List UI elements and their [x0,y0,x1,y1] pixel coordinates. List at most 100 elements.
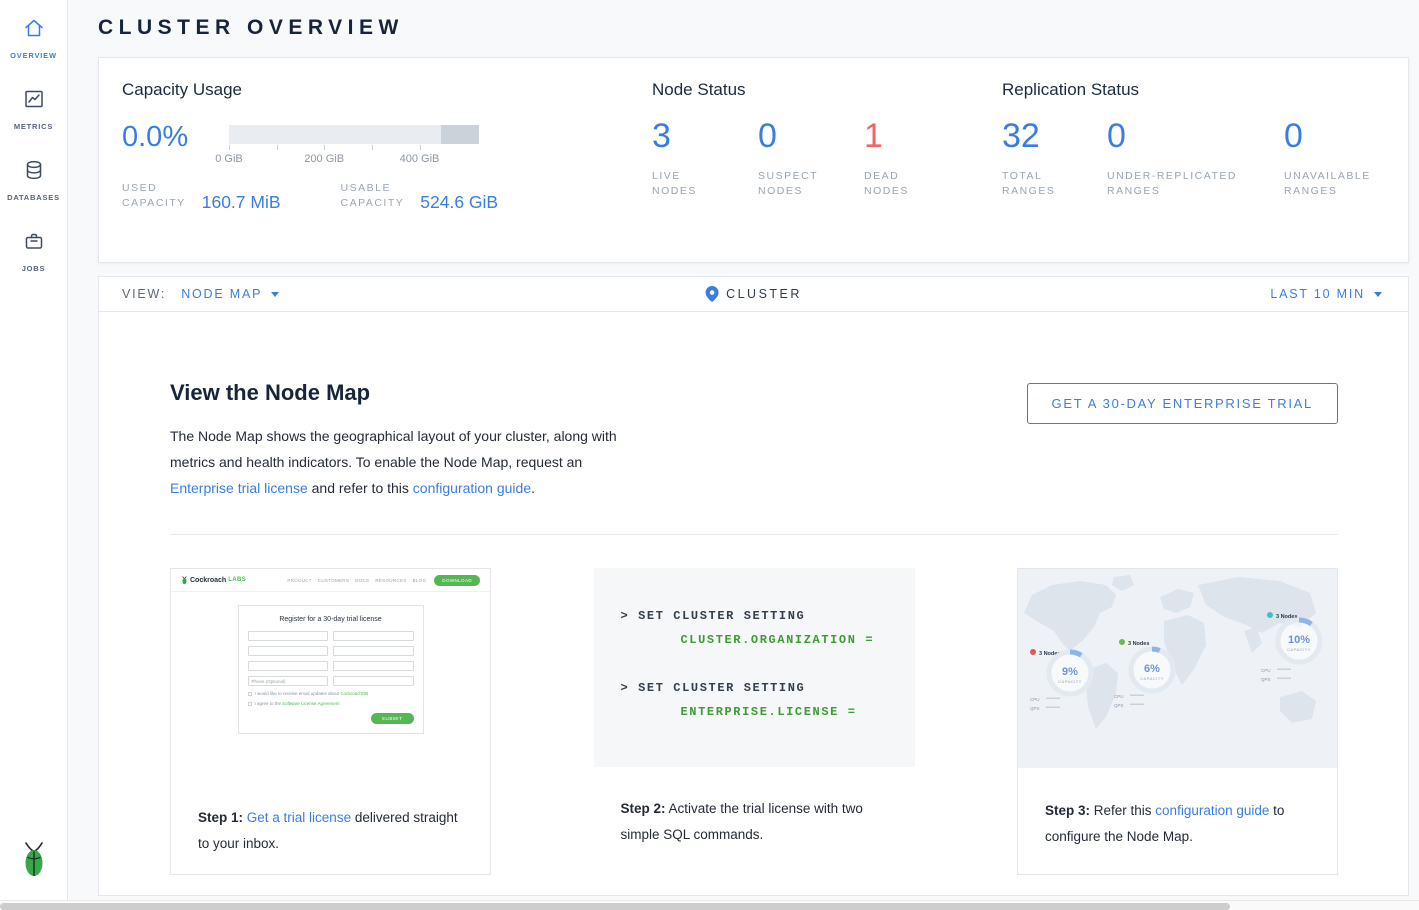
section-divider [170,534,1338,535]
sidebar-item-overview[interactable]: OVERVIEW [0,16,67,60]
enterprise-trial-license-link[interactable]: Enterprise trial license [170,480,308,496]
code-line-setting: CLUSTER.ORGANIZATION = [681,633,915,647]
configuration-guide-link[interactable]: configuration guide [413,480,531,496]
live-nodes-value: 3 [652,117,758,156]
stat-label: QPS [1114,703,1124,708]
jobs-icon [22,229,46,258]
gauge-percent: 6% [1144,663,1160,675]
code-line-setting: ENTERPRISE.LICENSE = [681,705,915,719]
chevron-down-icon [271,292,279,297]
mini-brand-suffix: LABS [228,577,246,583]
description-text: . [531,480,535,496]
used-capacity-label: USED CAPACITY [122,181,186,211]
step-2-caption: Step 2: Activate the trial license with … [594,767,915,848]
capacity-usage-title: Capacity Usage [122,80,652,100]
step-label: Step 1: [198,810,243,825]
description-text: and refer to this [308,480,413,496]
locality-label: 3 Nodes [1128,641,1149,647]
mini-checkbox-row: I would like to receive email updates ab… [248,691,414,696]
usable-capacity-label: USABLE CAPACITY [341,181,405,211]
suspect-nodes-stat: 0 SUSPECT NODES [758,117,864,199]
step-3-card: 3 Nodes 9% CAPACITY CPU QPS 3 Nodes [1017,568,1338,875]
usable-capacity-stat: USABLE CAPACITY 524.6 GiB [341,181,499,211]
step-text: Refer this [1090,803,1155,818]
stat-label: QPS [1261,677,1271,682]
metrics-icon [22,87,46,116]
gauge-label: CAPACITY [1140,676,1164,681]
under-replicated-ranges-stat: 0 UNDER-REPLICATED RANGES [1107,117,1284,199]
sql-commands-thumbnail: > SET CLUSTER SETTING CLUSTER.ORGANIZATI… [594,568,915,767]
capacity-bar [229,125,479,144]
live-nodes-stat: 3 LIVE NODES [652,117,758,199]
capacity-percent: 0.0% [122,121,229,154]
step-label: Step 2: [621,801,666,816]
stat-label: CPU [1030,697,1040,702]
node-map-description: The Node Map shows the geographical layo… [170,423,640,501]
sidebar-item-jobs[interactable]: JOBS [0,229,67,273]
location-breadcrumb[interactable]: CLUSTER [705,286,802,302]
total-ranges-label: TOTAL RANGES [1002,169,1107,199]
used-capacity-value: 160.7 MiB [202,192,281,213]
view-selector[interactable]: VIEW: NODE MAP [99,287,279,301]
sidebar-item-label: METRICS [14,122,53,131]
sidebar-item-label: OVERVIEW [10,51,57,60]
step-1-card: Cockroach LABS PRODUCTCUSTOMERSDOCSRESOU… [170,568,491,875]
sidebar-item-databases[interactable]: DATABASES [0,158,67,202]
get-trial-license-link[interactable]: Get a trial license [247,810,351,825]
mini-brand-text: Cockroach [190,577,226,584]
gauge-label: CAPACITY [1058,679,1082,684]
page-title: CLUSTER OVERVIEW [98,16,1409,40]
suspect-nodes-label: SUSPECT NODES [758,169,864,199]
capacity-usage-section: Capacity Usage 0.0% 0 GiB [122,80,652,262]
mini-submit-button: SUBMIT [371,713,414,724]
description-text: The Node Map shows the geographical layo… [170,428,617,470]
time-range-selector[interactable]: LAST 10 MIN [1270,287,1408,301]
main-content: CLUSTER OVERVIEW Capacity Usage 0.0% [68,0,1419,900]
node-map-panel: View the Node Map The Node Map shows the… [98,312,1409,896]
mini-site-nav: PRODUCTCUSTOMERSDOCSRESOURCESBLOG [287,578,426,583]
stat-label: CPU [1261,668,1271,673]
suspect-nodes-value: 0 [758,117,864,156]
replication-status-title: Replication Status [1002,80,1408,100]
dead-nodes-label: DEAD NODES [864,169,970,199]
node-map-intro: View the Node Map The Node Map shows the… [170,380,640,501]
locality-dot [1119,639,1125,645]
location-label: CLUSTER [726,287,802,301]
live-nodes-label: LIVE NODES [652,169,758,199]
dead-nodes-value: 1 [864,117,970,156]
cluster-summary-card: Capacity Usage 0.0% 0 GiB [98,57,1409,263]
horizontal-scrollbar[interactable] [0,900,1419,910]
configuration-guide-link[interactable]: configuration guide [1155,803,1269,818]
locality-dot [1267,612,1273,618]
code-line: > SET CLUSTER SETTING [621,681,915,695]
gauge-percent: 9% [1062,666,1078,678]
mini-download-button: DOWNLOAD [434,575,480,586]
node-status-title: Node Status [652,80,1002,100]
mini-form-title: Register for a 30-day trial license [248,616,414,623]
mini-cockroach-logo: Cockroach LABS [181,576,246,585]
capacity-bar-chart: 0 GiB 200 GiB 400 GiB [229,121,479,169]
view-bar: VIEW: NODE MAP CLUSTER LAST 10 MIN [98,276,1409,312]
used-capacity-stat: USED CAPACITY 160.7 MiB [122,181,281,211]
stat-label: CPU [1114,694,1124,699]
step-3-caption: Step 3: Refer this configuration guide t… [1018,768,1337,850]
view-value: NODE MAP [181,287,262,301]
cockroach-logo[interactable] [20,841,48,884]
mini-trial-form: Register for a 30-day trial license Phon… [238,605,424,734]
scrollbar-thumb[interactable] [0,903,1230,910]
step-1-caption: Step 1: Get a trial license delivered st… [171,775,490,857]
view-label: VIEW: [122,287,166,301]
axis-tick-label: 200 GiB [304,153,344,165]
dead-nodes-stat: 1 DEAD NODES [864,117,970,199]
node-map-thumbnail: 3 Nodes 9% CAPACITY CPU QPS 3 Nodes [1018,569,1337,768]
unavailable-ranges-stat: 0 UNAVAILABLE RANGES [1284,117,1371,199]
databases-icon [22,158,46,187]
enterprise-trial-button[interactable]: GET A 30-DAY ENTERPRISE TRIAL [1027,383,1338,424]
sidebar-item-label: DATABASES [7,193,60,202]
gauge-percent: 10% [1288,634,1310,646]
unavailable-ranges-value: 0 [1284,117,1371,156]
home-icon [22,16,46,45]
sidebar-item-metrics[interactable]: METRICS [0,87,67,131]
locality-dot [1030,649,1036,655]
sidebar-item-label: JOBS [22,264,46,273]
